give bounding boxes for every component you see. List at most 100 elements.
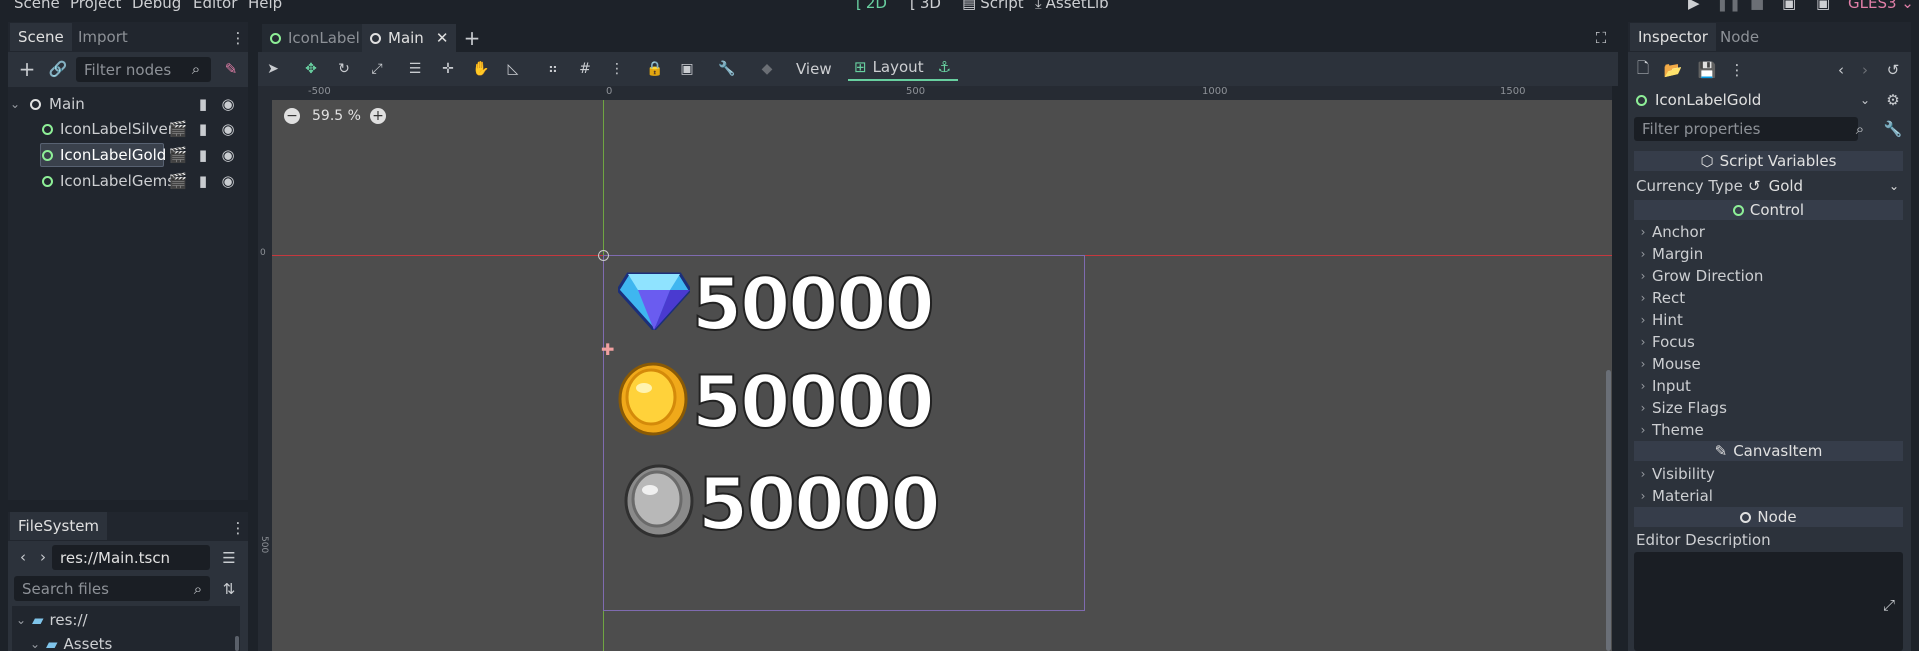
skeleton-icon[interactable]: 🔧 <box>716 57 738 81</box>
tab-inspector[interactable]: Inspector <box>1630 23 1716 51</box>
property-group-size-flags[interactable]: › Size Flags <box>1634 398 1903 418</box>
mode-script[interactable]: ▤ Script <box>962 0 1024 12</box>
rotate-tool-icon[interactable]: ↻ <box>333 57 355 81</box>
filesystem-scrollbar[interactable] <box>235 636 239 651</box>
sort-icon[interactable]: ⇅ <box>220 580 238 598</box>
view-menu[interactable]: View <box>796 57 832 81</box>
play-scene-icon[interactable]: ▣ <box>1782 0 1796 12</box>
visibility-icon[interactable]: ◉ <box>220 120 236 138</box>
node-header[interactable]: Node <box>1634 507 1903 527</box>
history-back-icon[interactable]: ‹ <box>1834 60 1848 80</box>
canvas-scrollbar[interactable] <box>1606 370 1611 651</box>
search-files-input[interactable]: Search files <box>14 576 210 601</box>
tree-row-iconlabelgold[interactable]: IconLabelGold <box>42 143 166 167</box>
fs-row-assets[interactable]: ⌄ ▰ Assets <box>30 632 112 651</box>
filter-properties-input[interactable]: Filter properties <box>1634 117 1858 141</box>
collapse-icon[interactable]: ⌄ <box>30 637 44 651</box>
object-properties-icon[interactable]: ⚙ <box>1884 91 1902 109</box>
property-group-input[interactable]: › Input <box>1634 376 1903 396</box>
menu-debug[interactable]: Debug <box>132 0 181 12</box>
menu-project[interactable]: Project <box>70 0 121 12</box>
menu-help[interactable]: Help <box>248 0 282 12</box>
property-group-hint[interactable]: › Hint <box>1634 310 1903 330</box>
script-icon[interactable]: ▮ <box>196 120 210 138</box>
chevron-down-icon[interactable]: ⌄ <box>1858 91 1872 109</box>
zoom-out-icon[interactable]: − <box>284 108 300 124</box>
collapse-icon[interactable]: ⌄ <box>16 613 30 627</box>
pivot-icon[interactable]: ✚ <box>601 340 614 359</box>
reset-icon[interactable]: ↺ <box>1748 177 1761 195</box>
currency-type-dropdown[interactable]: ↺ Gold ⌄ <box>1748 176 1903 196</box>
tab-filesystem[interactable]: FileSystem <box>10 512 108 540</box>
close-icon[interactable]: ✕ <box>436 29 449 47</box>
tree-row-iconlabelgems[interactable]: IconLabelGems <box>42 169 175 193</box>
fs-row-res[interactable]: ⌄ ▰ res:// <box>16 608 88 632</box>
play-icon[interactable]: ▶ <box>1688 0 1700 12</box>
filesystem-path-input[interactable]: res://Main.tscn <box>52 545 210 570</box>
move-tool-icon[interactable]: ✥ <box>300 57 322 81</box>
menu-scene[interactable]: Scene <box>14 0 60 12</box>
script-variables-header[interactable]: ⬡ Script Variables <box>1634 151 1903 171</box>
layout-menu[interactable]: ⊞ Layout ⚓ <box>848 55 958 81</box>
history-icon[interactable]: ↺ <box>1884 60 1902 80</box>
scale-tool-icon[interactable]: ⤢ <box>366 57 388 81</box>
tree-row-iconlabelsilver[interactable]: IconLabelSilver <box>42 117 174 141</box>
mode-2d[interactable]: ⌊ 2D <box>856 0 887 12</box>
visibility-icon[interactable]: ◉ <box>220 172 236 190</box>
instance-scene-icon[interactable]: 🔗 <box>47 58 69 80</box>
tab-iconlabel[interactable]: IconLabel <box>262 24 368 52</box>
property-group-anchor[interactable]: › Anchor <box>1634 222 1903 242</box>
add-node-icon[interactable]: + <box>16 57 38 81</box>
save-resource-icon[interactable]: 💾 <box>1698 60 1717 80</box>
editor-description-textarea[interactable] <box>1634 552 1903 651</box>
property-group-focus[interactable]: › Focus <box>1634 332 1903 352</box>
distraction-free-icon[interactable]: ⛶ <box>1592 28 1610 48</box>
pause-icon[interactable]: ❚❚ <box>1716 0 1741 12</box>
grid-snap-icon[interactable]: # <box>574 57 596 81</box>
back-icon[interactable]: ‹ <box>16 547 30 567</box>
snap-options-icon[interactable]: ⋮ <box>606 57 628 81</box>
camera-icon[interactable]: ◆ <box>756 57 778 81</box>
pan-tool-icon[interactable]: ✋ <box>470 57 492 81</box>
property-group-margin[interactable]: › Margin <box>1634 244 1903 264</box>
canvas-viewport[interactable]: ✚ 50000 50000 50000 <box>272 100 1612 651</box>
load-resource-icon[interactable]: 📂 <box>1664 60 1683 80</box>
history-forward-icon[interactable]: › <box>1858 60 1872 80</box>
expand-icon[interactable]: ⤢ <box>1880 596 1898 614</box>
zoom-reset-button[interactable]: 59.5 % <box>312 108 361 124</box>
property-group-theme[interactable]: › Theme <box>1634 420 1903 440</box>
dock-menu-icon[interactable]: ⋮ <box>231 518 246 538</box>
mode-3d[interactable]: ⌊ 3D <box>910 0 941 12</box>
script-icon[interactable]: ▮ <box>196 172 210 190</box>
open-scene-icon[interactable]: 🎬 <box>169 146 188 164</box>
property-group-visibility[interactable]: › Visibility <box>1634 464 1903 484</box>
lock-icon[interactable]: 🔒 <box>644 57 666 81</box>
smart-snap-icon[interactable]: ⠶ <box>542 57 564 81</box>
open-scene-icon[interactable]: 🎬 <box>169 120 188 138</box>
list-select-icon[interactable]: ☰ <box>404 57 426 81</box>
property-group-grow-direction[interactable]: › Grow Direction <box>1634 266 1903 286</box>
menu-editor[interactable]: Editor <box>193 0 237 12</box>
select-tool-icon[interactable]: ➤ <box>262 57 284 81</box>
stop-icon[interactable]: ■ <box>1750 0 1764 12</box>
forward-icon[interactable]: › <box>36 547 50 567</box>
new-resource-icon[interactable]: 🗋 <box>1634 59 1652 80</box>
tab-node[interactable]: Node <box>1712 23 1767 51</box>
zoom-in-icon[interactable]: + <box>370 108 386 124</box>
ruler-tool-icon[interactable]: ◺ <box>502 57 524 81</box>
tab-main[interactable]: Main ✕ <box>362 24 457 52</box>
add-tab-icon[interactable]: + <box>462 26 482 50</box>
tab-scene[interactable]: Scene <box>10 23 72 51</box>
split-view-icon[interactable]: ☰ <box>220 548 238 568</box>
object-selector[interactable]: IconLabelGold <box>1632 89 1872 111</box>
group-icon[interactable]: ▣ <box>676 57 698 81</box>
property-group-mouse[interactable]: › Mouse <box>1634 354 1903 374</box>
property-group-rect[interactable]: › Rect <box>1634 288 1903 308</box>
pivot-tool-icon[interactable]: ✛ <box>437 57 459 81</box>
visibility-icon[interactable]: ◉ <box>220 95 236 113</box>
collapse-icon[interactable]: ⌄ <box>10 97 26 111</box>
mode-assetlib[interactable]: ⤓ AssetLib <box>1035 0 1109 12</box>
anchor-icon[interactable]: ⚓ <box>938 58 951 76</box>
dock-menu-icon[interactable]: ⋮ <box>231 28 246 48</box>
property-tools-icon[interactable]: 🔧 <box>1884 120 1903 138</box>
